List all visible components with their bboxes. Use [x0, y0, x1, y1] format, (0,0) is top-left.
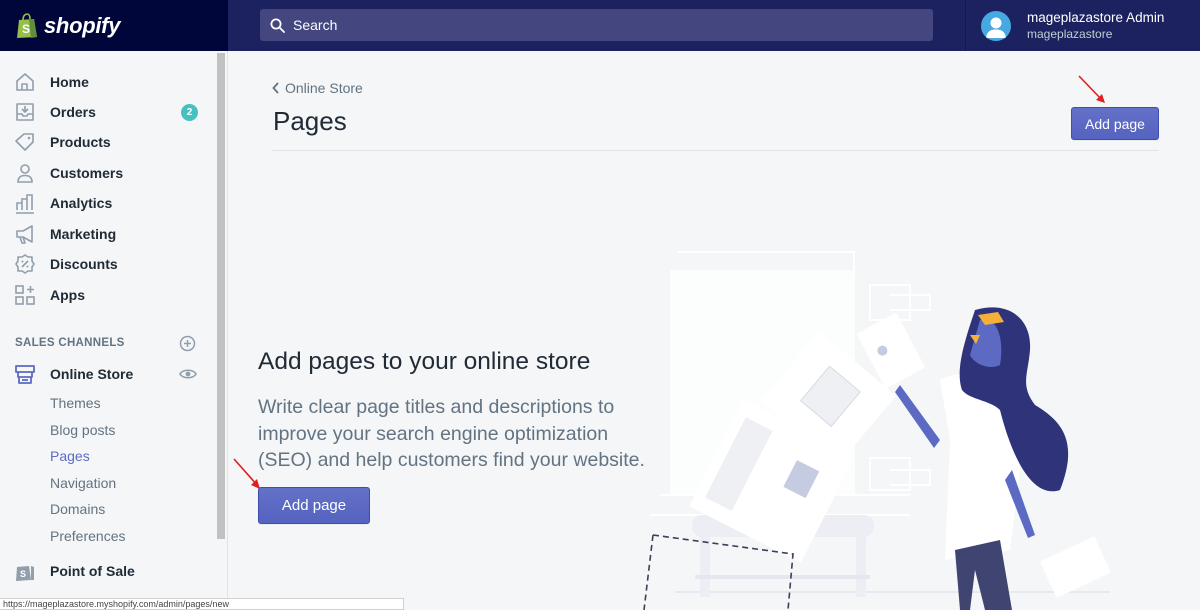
home-icon: [16, 73, 34, 91]
sidebar-item-home[interactable]: Home: [0, 67, 210, 97]
user-name: mageplazastore Admin: [1027, 10, 1165, 25]
tag-icon: [15, 133, 34, 151]
sidebar-item-label: Discounts: [50, 256, 118, 272]
sales-channels-title: SALES CHANNELS: [15, 337, 125, 349]
sidebar-scrollbar[interactable]: [217, 53, 225, 539]
sidebar-subitem-themes[interactable]: Themes: [50, 395, 101, 411]
user-avatar-icon: [986, 17, 1006, 38]
empty-state-illustration: [643, 251, 1112, 610]
view-store-eye-icon[interactable]: [179, 368, 197, 380]
avatar: [981, 10, 1011, 41]
sidebar-item-customers[interactable]: Customers: [0, 158, 210, 188]
annotation-arrow-icon: [1078, 75, 1105, 103]
annotation-arrow-icon: [233, 458, 260, 489]
woman-figure: [895, 307, 1112, 610]
sidebar-subitem-preferences[interactable]: Preferences: [50, 528, 125, 544]
bar-chart-icon: [16, 194, 34, 214]
page-title: Pages: [273, 106, 347, 136]
sidebar-item-apps[interactable]: Apps: [0, 280, 210, 310]
empty-state-heading: Add pages to your online store: [258, 348, 591, 375]
online-store-icon: [15, 365, 35, 384]
sidebar-subitem-pages[interactable]: Pages: [50, 448, 90, 464]
store-name: mageplazastore: [1027, 27, 1113, 41]
sidebar-item-products[interactable]: Products: [0, 127, 210, 157]
chevron-left-icon: [272, 82, 279, 94]
discount-icon: [15, 254, 35, 274]
person-icon: [17, 164, 33, 183]
shopify-bag-icon: S: [17, 12, 37, 38]
header-divider: [272, 150, 1159, 151]
sidebar-item-label: Orders: [50, 104, 96, 120]
breadcrumb-link[interactable]: Online Store: [285, 80, 363, 96]
sidebar-item-discounts[interactable]: Discounts: [0, 249, 210, 279]
empty-state-description: Write clear page titles and descriptions…: [258, 396, 645, 471]
search-icon: [270, 18, 285, 33]
sidebar-item-label: Point of Sale: [50, 563, 135, 579]
svg-text:S: S: [20, 569, 26, 579]
user-menu[interactable]: mageplazastore Admin mageplazastore: [965, 0, 1200, 51]
empty-state-add-page-button[interactable]: Add page: [258, 487, 370, 524]
sidebar-item-label: Home: [50, 74, 89, 90]
search-placeholder: Search: [293, 17, 338, 33]
add-page-button[interactable]: Add page: [1071, 107, 1159, 140]
sidebar-item-marketing[interactable]: Marketing: [0, 219, 210, 249]
apps-icon: [15, 285, 35, 305]
svg-text:S: S: [22, 22, 30, 36]
sidebar-item-point-of-sale[interactable]: S Point of Sale: [0, 556, 210, 586]
sidebar-item-label: Customers: [50, 165, 124, 181]
top-bar: S shopify Search mageplazastore Admin ma…: [0, 0, 1200, 51]
megaphone-icon: [16, 225, 33, 244]
orders-icon: [16, 103, 34, 121]
shopify-logo[interactable]: S shopify: [0, 0, 228, 51]
sidebar-subitem-navigation[interactable]: Navigation: [50, 475, 116, 491]
sidebar-item-label: Analytics: [50, 195, 113, 211]
sidebar-item-orders[interactable]: Orders 2: [0, 97, 210, 127]
sidebar: Home Orders 2 Products Customers Analyti…: [0, 51, 228, 610]
orders-count-badge: 2: [181, 103, 198, 121]
sidebar-subitem-domains[interactable]: Domains: [50, 501, 105, 517]
logo-text: shopify: [44, 12, 121, 38]
add-sales-channel-icon[interactable]: [179, 335, 196, 352]
sidebar-item-label: Marketing: [50, 226, 117, 242]
sidebar-item-label: Apps: [50, 287, 85, 303]
sidebar-item-label: Online Store: [50, 366, 134, 382]
point-of-sale-icon: S: [16, 566, 34, 581]
browser-status-url: https://mageplazastore.myshopify.com/adm…: [0, 598, 404, 610]
sidebar-item-analytics[interactable]: Analytics: [0, 188, 210, 218]
sidebar-item-label: Products: [50, 134, 111, 150]
search-input[interactable]: Search: [260, 9, 933, 41]
breadcrumb[interactable]: Online Store: [272, 80, 363, 96]
sidebar-subitem-blog-posts[interactable]: Blog posts: [50, 422, 115, 438]
